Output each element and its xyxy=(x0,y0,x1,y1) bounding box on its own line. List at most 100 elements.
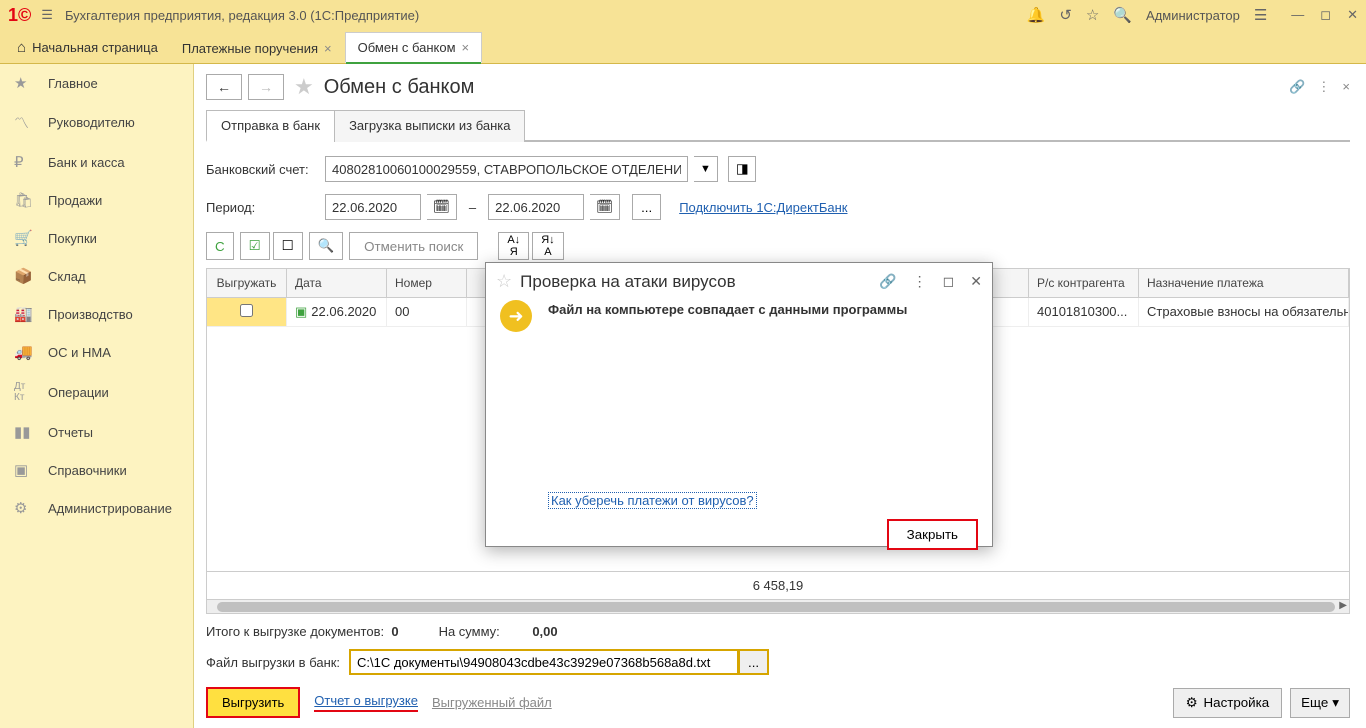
sidebar-item-sales[interactable]: 🛍Продажи xyxy=(0,181,193,219)
date-to-input[interactable] xyxy=(488,194,584,220)
maximize-button[interactable]: ◻ xyxy=(1320,7,1331,23)
sidebar-item-bank[interactable]: ₽Банк и касса xyxy=(0,143,193,181)
bars-icon: ▮▮ xyxy=(14,423,32,441)
settings-button[interactable]: ⚙Настройка xyxy=(1173,688,1283,718)
box-icon: 📦 xyxy=(14,267,32,285)
minimize-button[interactable]: — xyxy=(1291,7,1304,23)
sum-label: На сумму: xyxy=(439,624,500,639)
tab-bank-exchange[interactable]: Обмен с банком × xyxy=(345,32,483,63)
factory-icon: 🏭 xyxy=(14,305,32,323)
more-button[interactable]: Еще▾ xyxy=(1290,688,1350,718)
export-path-label: Файл выгрузки в банк: xyxy=(206,655,349,670)
directbank-link[interactable]: Подключить 1С:ДиректБанк xyxy=(679,200,847,215)
help-link[interactable]: Как уберечь платежи от вирусов? xyxy=(548,492,757,509)
star-icon: ★ xyxy=(14,74,32,92)
date-from-input[interactable] xyxy=(325,194,421,220)
scrollbar-thumb[interactable] xyxy=(217,602,1335,612)
sidebar-item-reports[interactable]: ▮▮Отчеты xyxy=(0,413,193,451)
link-icon[interactable]: 🔗 xyxy=(1289,79,1305,95)
sidebar-item-purchases[interactable]: 🛒Покупки xyxy=(0,219,193,257)
tab-payments[interactable]: Платежные поручения × xyxy=(169,33,345,63)
dialog-close-button[interactable]: Закрыть xyxy=(887,519,978,550)
sidebar-item-assets[interactable]: 🚚ОС и НМА xyxy=(0,333,193,371)
sidebar-item-operations[interactable]: ДтКтОперации xyxy=(0,371,193,413)
account-dropdown-button[interactable]: ▼ xyxy=(694,156,718,182)
cart-icon: 🛒 xyxy=(14,229,32,247)
sidebar-item-production[interactable]: 🏭Производство xyxy=(0,295,193,333)
virus-check-dialog: ☆ Проверка на атаки вирусов 🔗 ⋮ ◻ ✕ ➜ Фа… xyxy=(485,262,993,547)
tab-payments-label: Платежные поручения xyxy=(182,41,318,56)
period-label: Период: xyxy=(206,200,319,215)
uncheck-all-button[interactable]: ☐ xyxy=(273,232,303,260)
hamburger-icon[interactable]: ☰ xyxy=(41,7,53,23)
kebab-icon[interactable]: ⋮ xyxy=(1317,79,1330,95)
sort-asc-button[interactable]: А↓Я xyxy=(498,232,529,260)
sidebar-item-manager[interactable]: 〽Руководителю xyxy=(0,102,193,143)
nav-back-button[interactable]: ← xyxy=(206,74,242,100)
sidebar: ★Главное 〽Руководителю ₽Банк и касса 🛍Пр… xyxy=(0,64,194,728)
refresh-button[interactable]: C xyxy=(206,232,234,260)
cancel-search-button[interactable]: Отменить поиск xyxy=(349,232,478,260)
link-icon[interactable]: 🔗 xyxy=(879,273,896,290)
account-select[interactable] xyxy=(325,156,688,182)
sidebar-item-admin[interactable]: ⚙Администрирование xyxy=(0,489,193,527)
th-account[interactable]: Р/с контрагента xyxy=(1029,269,1139,297)
docs-count-label: Итого к выгрузке документов: xyxy=(206,624,384,639)
close-window-button[interactable]: ✕ xyxy=(1347,7,1358,23)
arrow-right-icon: ➜ xyxy=(500,300,532,332)
dialog-title: Проверка на атаки вирусов xyxy=(520,272,863,292)
gear-icon: ⚙ xyxy=(1186,695,1198,711)
favorite-star-icon[interactable]: ★ xyxy=(294,74,314,100)
account-label: Банковский счет: xyxy=(206,162,319,177)
bell-icon[interactable]: 🔔 xyxy=(1027,6,1046,24)
export-button[interactable]: Выгрузить xyxy=(206,687,300,718)
favorite-star-icon[interactable]: ☆ xyxy=(496,271,512,292)
th-date[interactable]: Дата xyxy=(287,269,387,297)
tab-close-icon[interactable]: × xyxy=(324,41,332,56)
sidebar-item-warehouse[interactable]: 📦Склад xyxy=(0,257,193,295)
filter-icon[interactable]: ☰ xyxy=(1254,6,1267,24)
truck-icon: 🚚 xyxy=(14,343,32,361)
horizontal-scrollbar[interactable]: ▶ xyxy=(207,599,1349,613)
maximize-icon[interactable]: ◻ xyxy=(943,273,955,290)
exported-file-link[interactable]: Выгруженный файл xyxy=(432,695,552,710)
tab-home[interactable]: ⌂ Начальная страница xyxy=(6,31,169,63)
th-number[interactable]: Номер xyxy=(387,269,467,297)
ops-icon: ДтКт xyxy=(14,381,32,403)
sidebar-item-catalogs[interactable]: ▣Справочники xyxy=(0,451,193,489)
star-icon[interactable]: ☆ xyxy=(1086,6,1099,24)
history-icon[interactable]: ↺ xyxy=(1059,6,1072,24)
calendar-icon[interactable]: 🗓 xyxy=(590,194,620,220)
ruble-icon: ₽ xyxy=(14,153,32,171)
user-name[interactable]: Администратор xyxy=(1146,8,1240,23)
subtab-load[interactable]: Загрузка выписки из банка xyxy=(334,110,525,142)
row-checkbox[interactable] xyxy=(240,304,253,317)
tab-close-icon[interactable]: × xyxy=(462,40,470,55)
search-icon[interactable]: 🔍 xyxy=(1113,6,1132,24)
export-path-input[interactable] xyxy=(349,649,739,675)
close-icon[interactable]: ✕ xyxy=(970,273,982,290)
th-export[interactable]: Выгружать xyxy=(207,269,287,297)
bag-icon: 🛍 xyxy=(14,191,32,209)
period-picker-button[interactable]: ... xyxy=(632,194,661,220)
browse-path-button[interactable]: ... xyxy=(739,649,769,675)
sidebar-item-main[interactable]: ★Главное xyxy=(0,64,193,102)
sum-value: 0,00 xyxy=(532,624,557,639)
scroll-right-icon[interactable]: ▶ xyxy=(1339,600,1347,611)
document-icon: ▣ xyxy=(295,304,307,319)
home-icon: ⌂ xyxy=(17,39,26,56)
sort-desc-button[interactable]: Я↓А xyxy=(532,232,563,260)
account-open-button[interactable]: ◨ xyxy=(728,156,757,182)
calendar-icon[interactable]: 🗓 xyxy=(427,194,457,220)
th-purpose[interactable]: Назначение платежа xyxy=(1139,269,1349,297)
find-button[interactable]: 🔍 xyxy=(309,232,344,260)
nav-forward-button[interactable]: → xyxy=(248,74,284,100)
check-all-button[interactable]: ☑ xyxy=(240,232,270,260)
export-report-link[interactable]: Отчет о выгрузке xyxy=(314,693,418,712)
subtabs: Отправка в банк Загрузка выписки из банк… xyxy=(206,110,1350,142)
subtab-send[interactable]: Отправка в банк xyxy=(206,110,335,142)
kebab-icon[interactable]: ⋮ xyxy=(913,273,927,290)
close-panel-icon[interactable]: × xyxy=(1342,79,1350,95)
chart-icon: 〽 xyxy=(14,112,32,133)
gear-icon: ⚙ xyxy=(14,499,32,517)
